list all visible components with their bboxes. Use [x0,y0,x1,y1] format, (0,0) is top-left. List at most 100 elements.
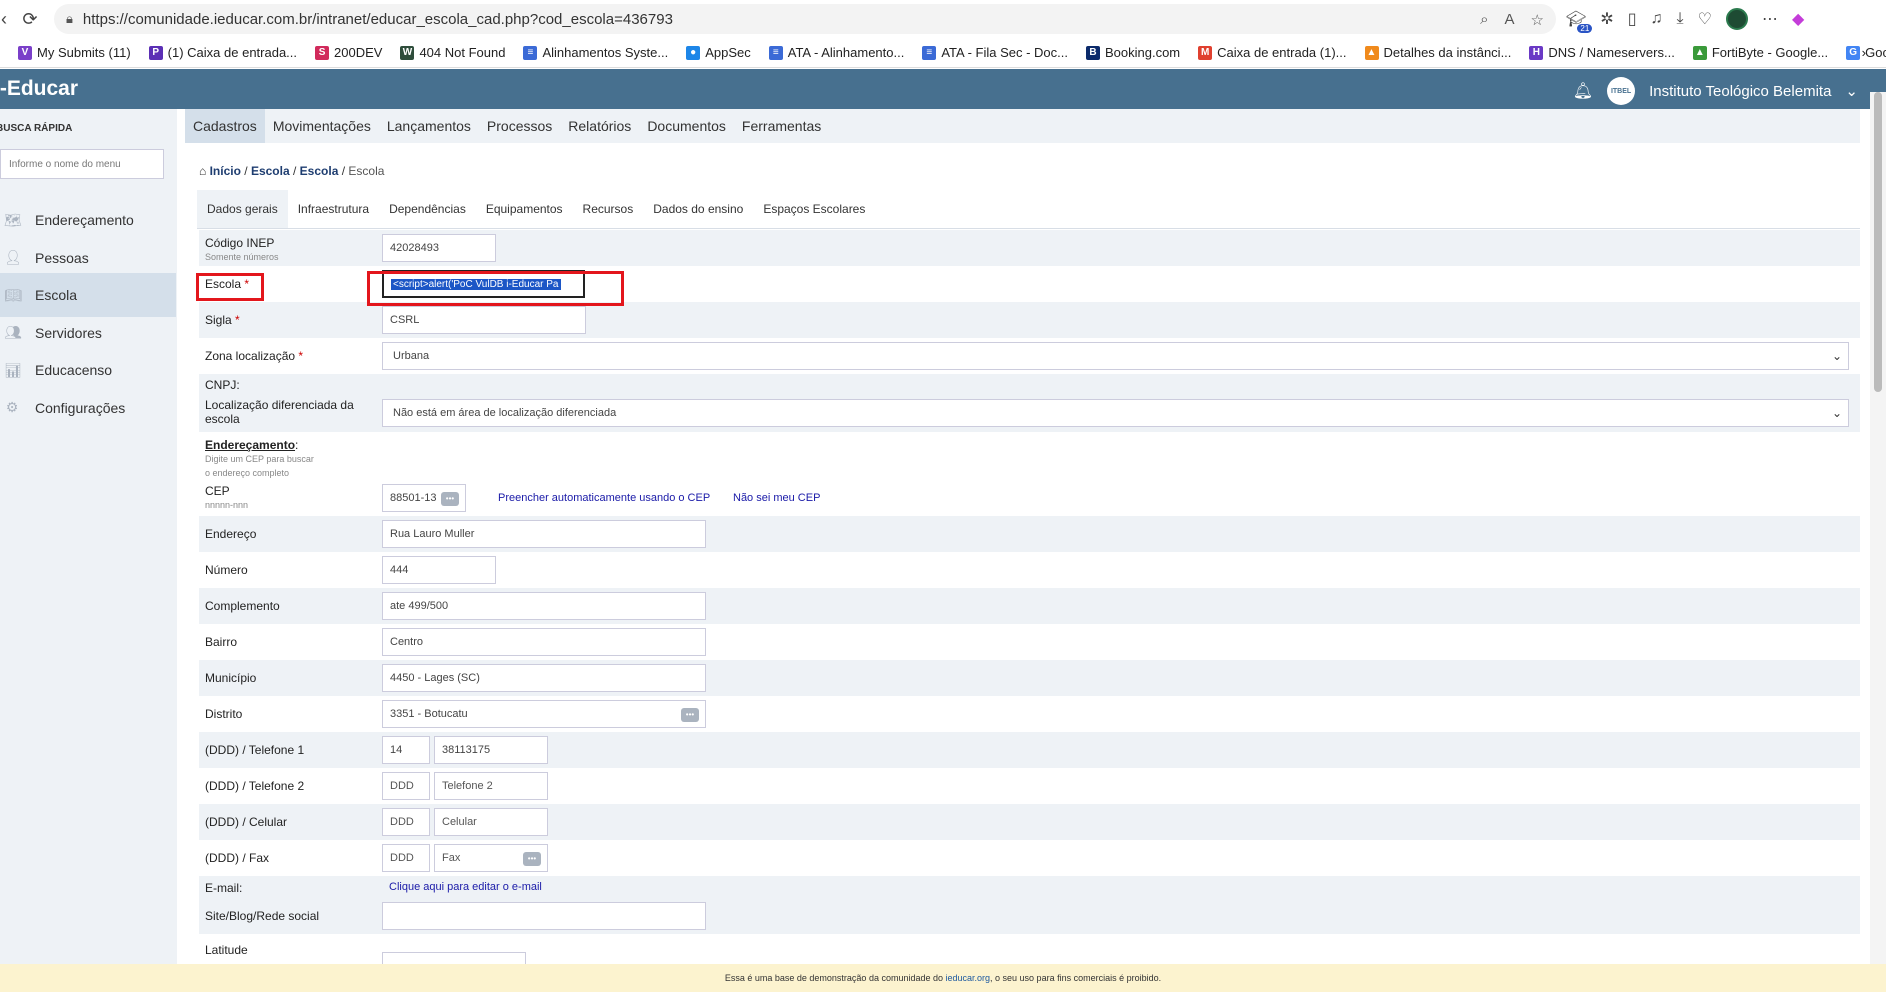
split-screen-icon[interactable]: ▯ [1628,9,1637,29]
bookmark-item[interactable]: ≡ Alinhamentos Syste... [523,45,668,60]
read-aloud-icon[interactable]: A [1505,11,1515,29]
bookmark-item[interactable]: H DNS / Nameservers... [1529,45,1675,60]
sidebar-item-label: Servidores [35,324,102,341]
tel1-ddd-input[interactable]: 14 [382,736,430,764]
extension-icon[interactable]: 🎓︎ 21 [1566,9,1593,33]
bookmark-item[interactable]: G Google [1846,45,1886,60]
menu-item[interactable]: Relatórios [560,109,639,143]
menu-item[interactable]: Lançamentos [379,109,479,143]
breadcrumb-escola-2[interactable]: Escola [300,164,339,178]
bookmark-favicon-icon: ● [686,45,701,60]
tel1-number-input[interactable]: 38113175 [434,736,548,764]
distrito-input[interactable]: 3351 - Botucatu [382,700,706,728]
bookmark-item[interactable]: W 404 Not Found [400,45,505,60]
address-bar[interactable]: 🔒︎ https://comunidade.ieducar.com.br/int… [54,4,1556,34]
bookmark-item[interactable]: B Booking.com [1085,45,1180,60]
celular-ddd-input[interactable]: DDD [382,808,430,836]
email-edit-link[interactable]: Clique aqui para editar o e-mail [389,881,542,893]
inep-label: Código INEP Somente números [205,236,279,262]
municipio-input[interactable]: 4450 - Lages (SC) [382,664,706,692]
more-menu-icon[interactable]: ⋯ [1762,9,1778,29]
music-icon[interactable]: ♫ [1651,10,1663,28]
cep-unknown-link[interactable]: Não sei meu CEP [733,492,820,504]
bookmark-item[interactable]: ▲ FortiByte - Google... [1692,45,1828,60]
fax-number-input[interactable]: Fax [434,844,548,872]
tab-item[interactable]: Equipamentos [476,190,573,228]
reload-icon[interactable]: ⟳ [16,5,44,33]
bookmark-item[interactable]: ● AppSec [686,45,751,60]
numero-input[interactable]: 444 [382,556,496,584]
row-cnpj: CNPJ: [199,374,1860,394]
tab-item[interactable]: Infraestrutura [288,190,379,228]
fax-label: (DDD) / Fax [205,851,269,865]
copilot-icon[interactable]: ◆ [1792,9,1804,29]
cep-input[interactable]: 88501-13 [382,484,466,512]
sidebar-item-configurações[interactable]: ⚙︎ Configurações [0,386,176,430]
municipio-label: Município [205,671,257,685]
row-bairro: Bairro Centro [199,624,1860,660]
cep-auto-fill-link[interactable]: Preencher automaticamente usando o CEP [498,492,710,504]
tab-item[interactable]: Espaços Escolares [753,190,875,228]
bookmark-item[interactable]: P (1) Caixa de entrada... [148,45,297,60]
row-inep: Código INEP Somente números 42028493 [199,230,1860,266]
complemento-label: Complemento [205,599,280,613]
top-menu: Cadastros Movimentações Lançamentos Process… [185,109,1860,143]
org-name[interactable]: Instituto Teológico Belemita [1649,83,1831,100]
bookmark-label: ATA - Fila Sec - Doc... [941,45,1068,60]
bookmarks-more-icon[interactable]: › [1862,45,1866,60]
tab-item[interactable]: Dependências [379,190,476,228]
tab-item[interactable]: Dados do ensino [643,190,753,228]
bairro-input[interactable]: Centro [382,628,706,656]
bookmark-label: DNS / Nameservers... [1548,45,1675,60]
profile-avatar[interactable] [1725,8,1748,30]
tel2-number-input[interactable]: Telefone 2 [434,772,548,800]
zoom-icon[interactable]: ⌕ [1480,11,1488,29]
bookmark-favicon-icon: ≡ [922,45,937,60]
menu-item[interactable]: Processos [479,109,560,143]
bookmark-label: Google [1865,45,1886,60]
extensions-puzzle-icon[interactable]: ✲ [1600,9,1613,29]
sigla-input[interactable]: CSRL [382,306,586,334]
menu-item[interactable]: Cadastros [185,109,265,143]
fax-ddd-input[interactable]: DDD [382,844,430,872]
loc-dif-select[interactable]: Não está em área de localização diferenc… [382,399,1849,427]
menu-item[interactable]: Ferramentas [734,109,829,143]
ieducar-link[interactable]: ieducar.org [946,973,991,983]
health-icon[interactable]: ♡ [1698,9,1712,29]
tab-item[interactable]: Recursos [573,190,644,228]
bookmark-item[interactable]: ≡ ATA - Fila Sec - Doc... [922,45,1068,60]
celular-number-input[interactable]: Celular [434,808,548,836]
breadcrumb-escola-1[interactable]: Escola [251,164,290,178]
zona-select[interactable]: Urbana ⌄ [382,342,1849,370]
menu-item[interactable]: Movimentações [265,109,379,143]
breadcrumb-home[interactable]: Início [210,164,241,178]
bookmark-item[interactable]: M Caixa de entrada (1)... [1198,45,1347,60]
bookmark-item[interactable]: V My Submits (11) [18,45,131,60]
zona-label: Zona localização * [205,349,304,363]
bell-icon[interactable]: 🔔︎ [1573,81,1593,101]
endereco-input[interactable]: Rua Lauro Muller [382,520,706,548]
download-icon[interactable]: ⤓ [1677,10,1684,28]
tab-item[interactable]: Dados gerais [197,190,288,228]
app-brand[interactable]: i-Educar [0,77,78,101]
bookmark-item[interactable]: ▲ Detalhes da instânci... [1364,45,1511,60]
row-site: Site/Blog/Rede social [199,898,1860,934]
complemento-input[interactable]: ate 499/500 [382,592,706,620]
loc-dif-label: Localização diferenciada da escola [205,398,354,426]
quick-search-input[interactable]: Informe o nome do menu [0,149,164,179]
site-input[interactable] [382,902,706,930]
scroll-thumb[interactable] [1874,92,1882,392]
bookmark-item[interactable]: S 200DEV [315,45,382,60]
inep-input[interactable]: 42028493 [382,234,496,262]
chevron-down-icon: ⌄ [1831,406,1842,420]
favorite-star-icon[interactable]: ☆ [1531,11,1544,29]
menu-item[interactable]: Documentos [639,109,734,143]
row-tel2: (DDD) / Telefone 2 DDD Telefone 2 [199,768,1860,804]
row-email: E-mail: Clique aqui para editar o e-mail [199,876,1860,898]
page-scrollbar[interactable] [1870,92,1886,964]
highlight-escola-input [367,271,624,306]
chevron-down-icon[interactable]: ⌄ [1845,82,1858,100]
sidebar: BUSCA RÁPIDA Informe o nome do menu 🗺︎ En… [0,109,177,964]
tel2-ddd-input[interactable]: DDD [382,772,430,800]
bookmark-item[interactable]: ≡ ATA - Alinhamento... [768,45,904,60]
